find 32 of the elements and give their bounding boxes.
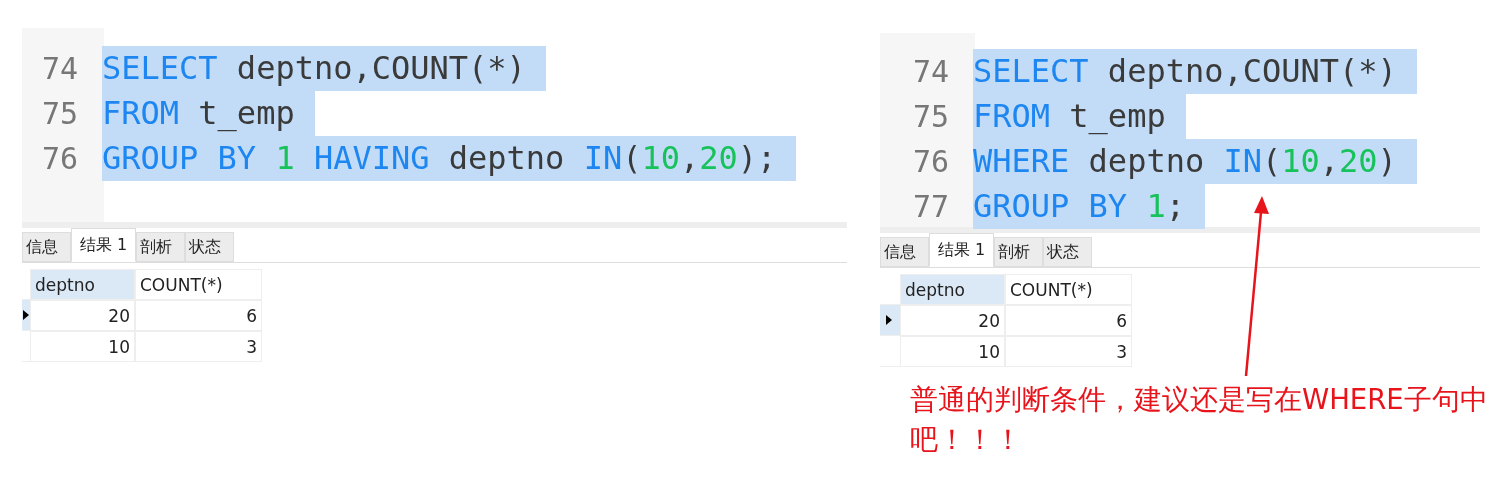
- result-tab[interactable]: 剖析: [136, 232, 186, 262]
- table-cell: 6: [1005, 305, 1132, 336]
- table-cell: 10: [900, 336, 1005, 367]
- annotation-text: 普通的判断条件，建议还是写在WHERE子句中吧！！！: [910, 382, 1489, 457]
- result-tab[interactable]: 结果 1: [71, 228, 137, 262]
- result-tab[interactable]: 剖析: [994, 237, 1044, 267]
- column-header[interactable]: deptno: [30, 269, 135, 300]
- line-number: 76: [911, 144, 950, 179]
- table-cell: 20: [30, 300, 135, 331]
- table-cell: 6: [135, 300, 262, 331]
- line-number: 76: [40, 141, 79, 176]
- current-row-icon: [23, 310, 29, 320]
- line-number: 74: [911, 54, 950, 89]
- column-header[interactable]: COUNT(*): [1005, 274, 1132, 305]
- row-header[interactable]: [880, 305, 900, 336]
- table-cell: 3: [1005, 336, 1132, 367]
- line-number: 75: [911, 99, 950, 134]
- result-tab[interactable]: 结果 1: [929, 233, 995, 267]
- column-header[interactable]: COUNT(*): [135, 269, 262, 300]
- table-cell: 3: [135, 331, 262, 362]
- line-number: 74: [40, 51, 79, 86]
- result-tab[interactable]: 信息: [880, 237, 929, 267]
- result-tab[interactable]: 状态: [1043, 237, 1093, 267]
- result-tab[interactable]: 信息: [22, 232, 71, 262]
- table-cell: 20: [900, 305, 1005, 336]
- line-number: 77: [911, 189, 950, 224]
- row-header[interactable]: [22, 300, 30, 331]
- column-header[interactable]: deptno: [900, 274, 1005, 305]
- result-tab[interactable]: 状态: [185, 232, 235, 262]
- line-number: 75: [40, 96, 79, 131]
- table-cell: 10: [30, 331, 135, 362]
- current-row-icon: [886, 315, 892, 325]
